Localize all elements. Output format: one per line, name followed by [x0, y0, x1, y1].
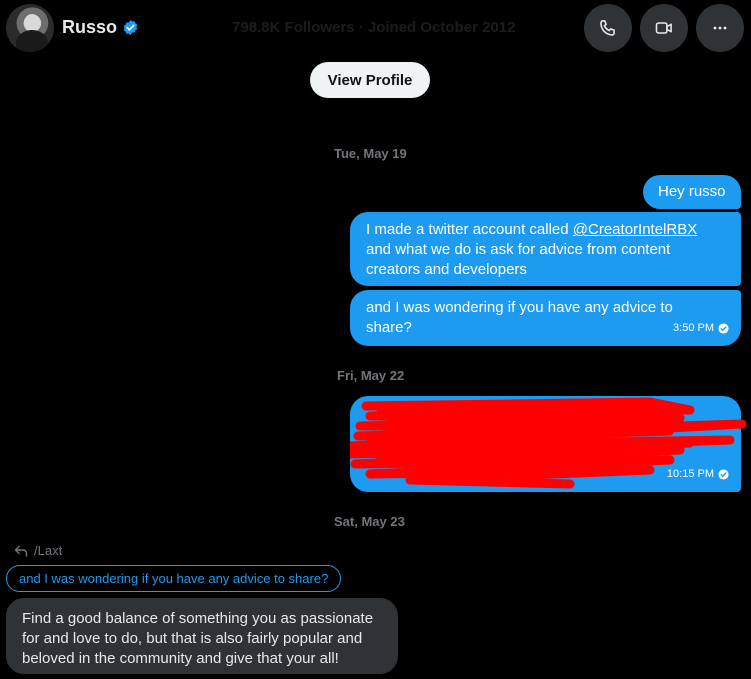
date-separator: Fri, May 22	[337, 368, 405, 383]
call-button[interactable]	[584, 4, 632, 52]
message-line: and what we do is ask for advice from co…	[366, 241, 671, 258]
header-faded-subtitle: 798.8K Followers · Joined October 2012	[232, 19, 516, 36]
outgoing-message[interactable]: I made a twitter account called @Creator…	[350, 212, 741, 286]
message-text: Hey russo	[658, 183, 726, 200]
avatar[interactable]	[6, 4, 54, 52]
message-time: 3:50 PM	[673, 322, 714, 334]
message-line: creators and developers	[366, 261, 527, 278]
reply-arrow-icon	[14, 545, 28, 557]
avatar-body	[16, 30, 48, 52]
message-timestamp-row: 3:50 PM	[673, 318, 729, 338]
more-options-button[interactable]	[696, 4, 744, 52]
outgoing-message-redacted[interactable]: 10:15 PM	[350, 396, 747, 492]
message-line: Find a good balance of something you as …	[22, 610, 374, 627]
conversation-header: Russo 798.8K Followers · Joined October …	[0, 0, 751, 56]
quoted-message[interactable]: and I was wondering if you have any advi…	[6, 565, 342, 592]
incoming-message[interactable]: Find a good balance of something you as …	[6, 598, 398, 674]
message-line: I made a twitter account called @Creator…	[366, 220, 725, 240]
outgoing-message[interactable]: and I was wondering if you have any advi…	[350, 290, 741, 346]
message-line: and I was wondering if you have any advi…	[366, 299, 673, 316]
read-check-icon	[718, 468, 729, 480]
message-line: for and love to do, but that is also fai…	[22, 630, 363, 647]
contact-name-group[interactable]: Russo	[62, 17, 139, 38]
message-time: 10:15 PM	[666, 468, 714, 480]
handle-link[interactable]: @CreatorIntelRBX	[573, 221, 697, 238]
reply-to-name: /Laxt	[34, 543, 63, 558]
phone-icon	[600, 20, 615, 36]
video-icon	[655, 22, 672, 34]
video-call-button[interactable]	[640, 4, 688, 52]
message-line: share?	[366, 319, 412, 336]
message-text: I made a twitter account called	[366, 221, 569, 238]
more-icon	[713, 26, 727, 30]
message-line: beloved in the community and give that y…	[22, 650, 339, 667]
outgoing-message[interactable]: Hey russo	[643, 175, 741, 209]
reply-indicator: /Laxt	[14, 543, 62, 558]
view-profile-button[interactable]: View Profile	[310, 62, 430, 98]
read-check-icon	[718, 322, 729, 334]
date-separator: Sat, May 23	[334, 514, 405, 529]
message-timestamp-row: 10:15 PM	[667, 464, 729, 484]
date-separator: Tue, May 19	[334, 146, 407, 161]
contact-name[interactable]: Russo	[62, 17, 117, 38]
verified-badge-icon	[123, 20, 138, 35]
